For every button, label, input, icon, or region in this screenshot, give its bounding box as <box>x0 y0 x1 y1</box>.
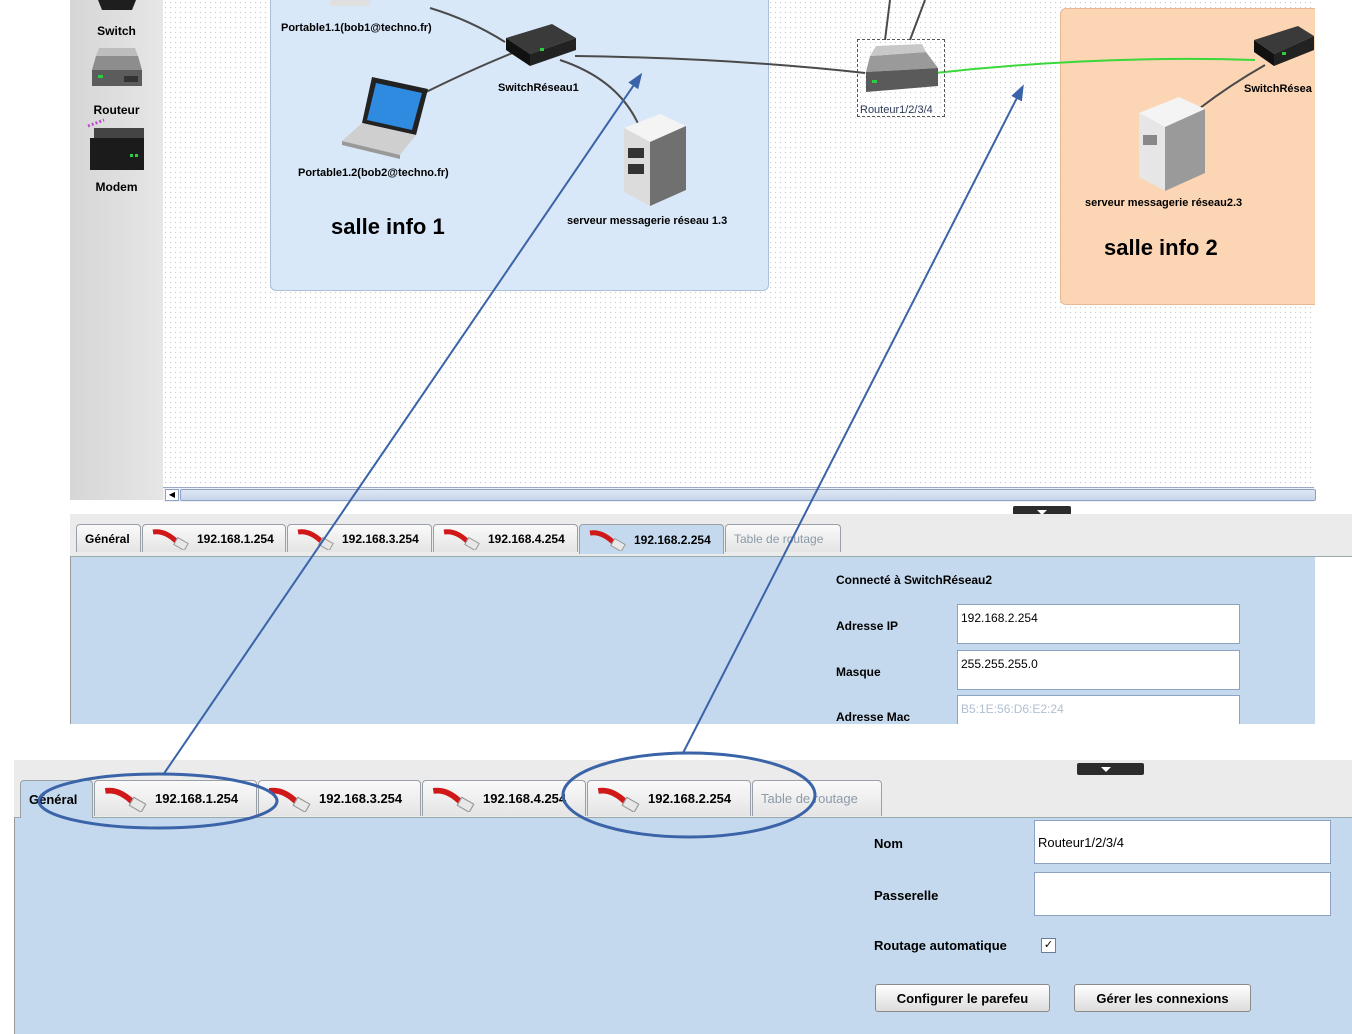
node-label-router: Routeur1/2/3/4 <box>860 104 933 116</box>
network-cable-icon <box>152 528 189 550</box>
scroll-left-icon[interactable]: ◀ <box>165 489 179 501</box>
switch-icon[interactable] <box>1250 22 1314 74</box>
auto-routing-checkbox[interactable]: ✓ <box>1041 938 1056 953</box>
mask-label: Masque <box>836 665 881 679</box>
tab-interface-192-168-4-254[interactable]: 192.168.4.254 <box>433 524 578 552</box>
auto-routing-label: Routage automatique <box>874 938 1007 953</box>
tab-interface-192-168-4-254[interactable]: 192.168.4.254 <box>422 780 586 816</box>
node-label-switch-reseau-1: SwitchRéseau1 <box>498 82 579 94</box>
room-title-1: salle info 1 <box>331 214 445 239</box>
manage-connections-button[interactable]: Gérer les connexions <box>1074 984 1251 1012</box>
gateway-field[interactable] <box>1034 872 1331 916</box>
tab-interface-192-168-2-254[interactable]: 192.168.2.254 <box>587 780 751 816</box>
name-label: Nom <box>874 836 903 851</box>
laptop-icon[interactable] <box>330 0 370 8</box>
collapse-panel-icon[interactable] <box>1077 763 1144 775</box>
room-title-2: salle info 2 <box>1104 235 1218 260</box>
node-label-portable-1-1: Portable1.1(bob1@techno.fr) <box>281 22 432 34</box>
name-field[interactable]: Routeur1/2/3/4 <box>1034 820 1331 864</box>
tab-routing-table[interactable]: Table de routage <box>725 524 841 552</box>
node-label-portable-1-2: Portable1.2(bob2@techno.fr) <box>298 167 449 179</box>
tab-interface-192-168-1-254[interactable]: 192.168.1.254 <box>94 780 257 816</box>
node-label-switch-reseau-2: SwitchRésea <box>1244 83 1312 95</box>
tab-interface-192-168-1-254[interactable]: 192.168.1.254 <box>142 524 286 552</box>
mac-address-label: Adresse Mac <box>836 710 911 724</box>
tab-interface-192-168-2-254[interactable]: 192.168.2.254 <box>579 524 724 554</box>
switch-icon[interactable] <box>500 20 580 70</box>
tab-interface-192-168-3-254[interactable]: 192.168.3.254 <box>258 780 421 816</box>
server-icon[interactable] <box>1135 95 1210 193</box>
scrollbar-thumb[interactable] <box>180 489 1316 501</box>
node-label-server-2-3: serveur messagerie réseau2.3 <box>1085 197 1243 209</box>
gateway-label: Passerelle <box>874 888 939 903</box>
tab-general[interactable]: Général <box>76 524 141 552</box>
ip-address-field[interactable]: 192.168.2.254 <box>957 604 1240 644</box>
network-cable-icon <box>597 787 640 812</box>
connected-to-label: Connecté à SwitchRéseau2 <box>836 573 993 587</box>
tab-routing-table[interactable]: Table de routage <box>752 780 882 816</box>
node-label-server-1-3: serveur messagerie réseau 1.3 <box>567 215 728 227</box>
ip-address-label: Adresse IP <box>836 619 899 633</box>
network-cable-icon <box>104 787 147 812</box>
mask-field[interactable]: 255.255.255.0 <box>957 650 1240 690</box>
server-icon[interactable] <box>620 112 690 207</box>
tab-general[interactable]: Général <box>20 780 93 818</box>
tab-interface-192-168-3-254[interactable]: 192.168.3.254 <box>287 524 432 552</box>
network-cable-icon <box>432 787 475 812</box>
configure-firewall-button[interactable]: Configurer le parefeu <box>875 984 1050 1012</box>
laptop-icon[interactable] <box>340 75 430 160</box>
mac-address-field[interactable]: B5:1E:56:D6:E2:24 <box>957 695 1240 724</box>
network-cable-icon <box>443 528 480 550</box>
network-cable-icon <box>268 787 311 812</box>
network-cable-icon <box>589 529 626 551</box>
network-cable-icon <box>297 528 334 550</box>
router-icon[interactable] <box>860 42 942 98</box>
